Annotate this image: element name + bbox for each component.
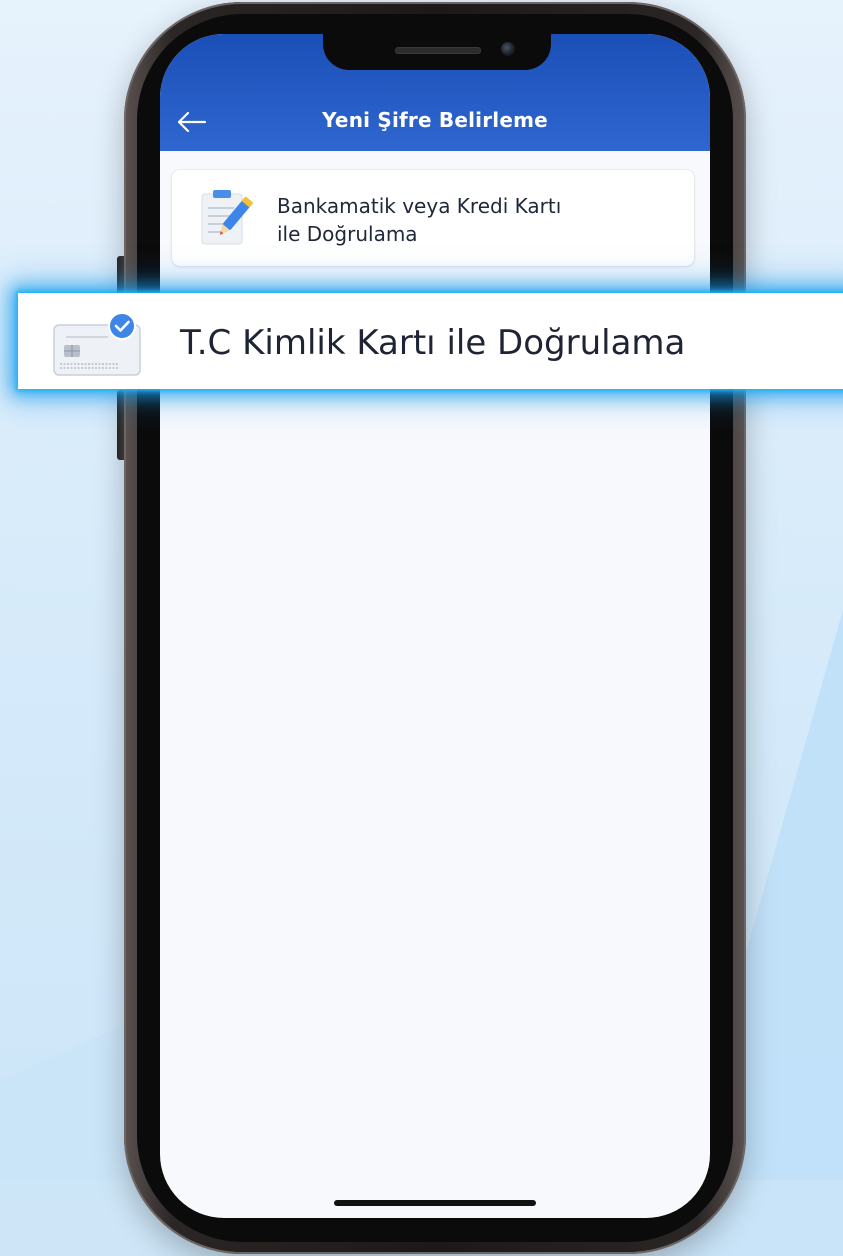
id-card-option-label: T.C Kimlik Kartı ile Doğrulama — [180, 323, 686, 363]
id-card-verification-option[interactable]: T.C Kimlik Kartı ile Doğrulama — [18, 293, 843, 389]
phone-screen: Yeni Şifre Belirleme Bankamatik veya Kre… — [160, 34, 710, 1218]
bank-card-option-label-line2: ile Doğrulama — [277, 222, 418, 246]
front-camera — [501, 42, 515, 56]
page-title: Yeni Şifre Belirleme — [322, 108, 548, 132]
phone-notch — [323, 34, 551, 70]
clipboard-pencil-icon — [201, 190, 254, 245]
bank-card-verification-option[interactable]: Bankamatik veya Kredi Kartı ile Doğrulam… — [172, 170, 694, 266]
bank-card-option-label: Bankamatik veya Kredi Kartı ile Doğrulam… — [277, 192, 657, 248]
bank-card-option-label-line1: Bankamatik veya Kredi Kartı — [277, 194, 562, 218]
home-indicator — [334, 1200, 536, 1206]
id-card-check-icon — [53, 312, 141, 376]
speaker-grille — [395, 47, 481, 54]
